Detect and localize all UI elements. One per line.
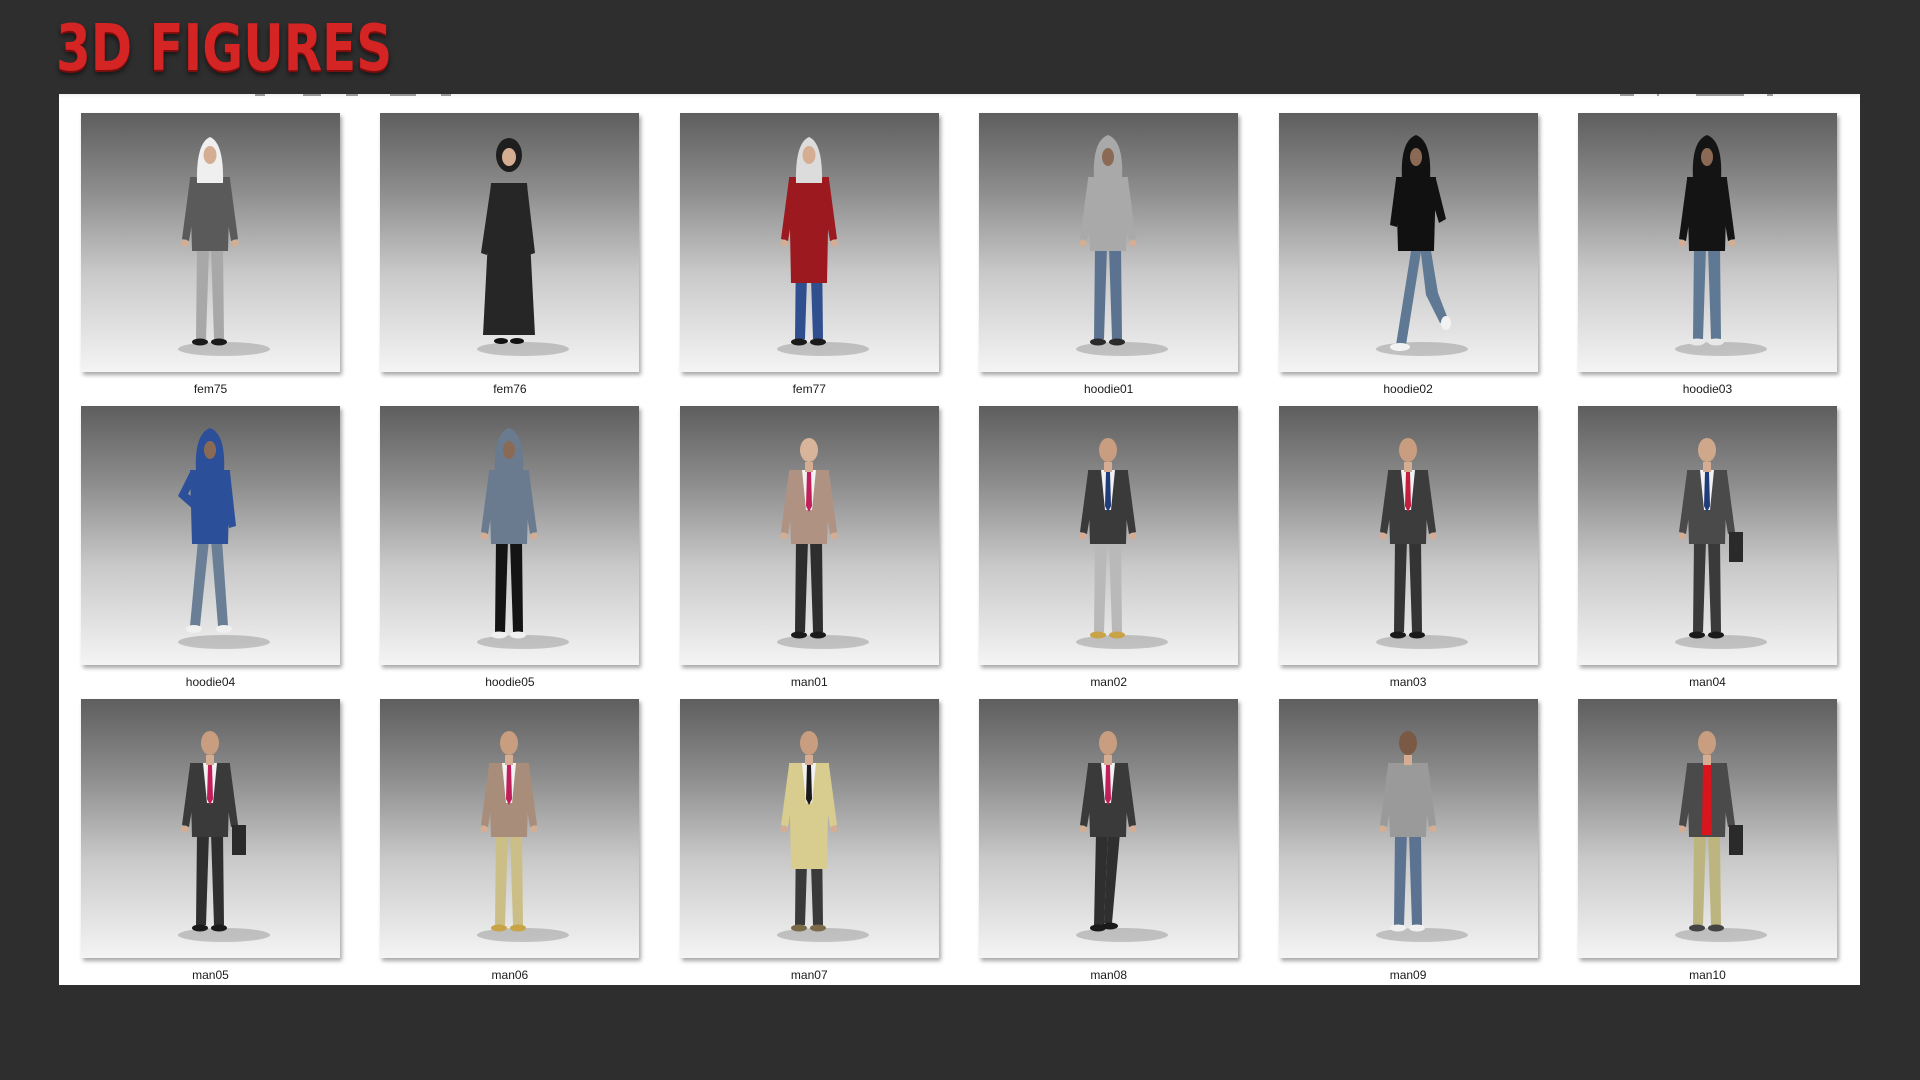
figure-render-image xyxy=(178,428,270,649)
file-thumbnail[interactable] xyxy=(679,699,939,958)
file-thumbnail[interactable] xyxy=(679,113,939,372)
figure-render-image xyxy=(1674,731,1767,942)
file-name-label: fem76 xyxy=(493,382,527,396)
figure-render-image xyxy=(1076,438,1169,649)
file-name-label: hoodie04 xyxy=(185,675,236,689)
figure-render-image xyxy=(776,731,869,942)
file-tile-fem76[interactable]: fem76 xyxy=(380,113,640,406)
file-name-label: man05 xyxy=(192,968,229,982)
figure-render-image xyxy=(1375,731,1468,942)
file-tile-hoodie04[interactable]: hoodie04 xyxy=(81,406,340,699)
banner-title: 3D FIGURES xyxy=(56,12,393,86)
file-thumbnail[interactable] xyxy=(380,406,640,665)
file-name-label: man02 xyxy=(1090,675,1128,689)
file-thumbnail[interactable] xyxy=(81,406,340,665)
file-thumbnail[interactable] xyxy=(1577,113,1837,372)
file-tile-hoodie02[interactable]: hoodie02 xyxy=(1278,113,1538,406)
figure-render-image xyxy=(776,438,869,649)
file-name-label: man04 xyxy=(1689,675,1726,689)
cropped-toolbar-strip xyxy=(59,94,1860,98)
file-thumbnail[interactable] xyxy=(979,113,1239,372)
file-name-label: man07 xyxy=(790,968,828,982)
figure-render-image xyxy=(178,731,270,942)
file-tile-man05[interactable]: man05 xyxy=(81,699,340,985)
file-tile-man06[interactable]: man06 xyxy=(380,699,640,985)
file-name-label: hoodie02 xyxy=(1383,382,1433,396)
file-thumbnail[interactable] xyxy=(380,113,640,372)
figure-render-image xyxy=(1076,135,1169,356)
file-name-label: hoodie05 xyxy=(485,675,535,689)
file-name-label: hoodie03 xyxy=(1682,382,1733,396)
file-tile-hoodie05[interactable]: hoodie05 xyxy=(380,406,640,699)
file-tile-fem77[interactable]: fem77 xyxy=(679,113,939,406)
file-thumbnail[interactable] xyxy=(1577,699,1837,958)
file-thumbnail[interactable] xyxy=(81,113,340,372)
file-name-label: man09 xyxy=(1389,968,1427,982)
file-tile-man02[interactable]: man02 xyxy=(979,406,1239,699)
file-tile-man09[interactable]: man09 xyxy=(1278,699,1538,985)
figure-render-image xyxy=(1375,438,1468,649)
file-name-label: man06 xyxy=(491,968,529,982)
figure-render-image xyxy=(1674,438,1767,649)
file-thumbnail[interactable] xyxy=(1278,699,1538,958)
file-tile-hoodie03[interactable]: hoodie03 xyxy=(1577,113,1837,406)
file-tile-man03[interactable]: man03 xyxy=(1278,406,1538,699)
figure-render-image xyxy=(477,138,570,356)
file-explorer-view[interactable]: fem75 fem76 fem77 hoodie01 hoodie02 hood… xyxy=(59,94,1860,985)
file-name-label: man08 xyxy=(1090,968,1128,982)
file-tile-fem75[interactable]: fem75 xyxy=(81,113,340,406)
file-name-label: fem75 xyxy=(193,382,228,396)
figure-render-image xyxy=(477,731,570,942)
file-name-label: man10 xyxy=(1689,968,1726,982)
file-thumbnail[interactable] xyxy=(1278,113,1538,372)
figure-render-image xyxy=(1076,731,1169,942)
file-thumbnail[interactable] xyxy=(380,699,640,958)
file-thumbnail[interactable] xyxy=(1278,406,1538,665)
file-tile-man08[interactable]: man08 xyxy=(979,699,1239,985)
thumbnail-grid: fem75 fem76 fem77 hoodie01 hoodie02 hood… xyxy=(81,113,1837,985)
file-thumbnail[interactable] xyxy=(679,406,939,665)
figure-render-image xyxy=(477,428,570,649)
file-name-label: man01 xyxy=(790,675,828,689)
file-tile-man10[interactable]: man10 xyxy=(1577,699,1837,985)
file-name-label: fem77 xyxy=(792,382,826,396)
file-thumbnail[interactable] xyxy=(1577,406,1837,665)
figure-render-image xyxy=(1674,135,1767,356)
file-tile-man07[interactable]: man07 xyxy=(679,699,939,985)
figure-render-image xyxy=(1375,135,1468,356)
page: 3D FIGURES fem75 fem76 fem77 hoodie01 ho… xyxy=(0,0,1920,1080)
figure-render-image xyxy=(178,137,270,356)
file-tile-man04[interactable]: man04 xyxy=(1577,406,1837,699)
file-tile-man01[interactable]: man01 xyxy=(679,406,939,699)
file-thumbnail[interactable] xyxy=(979,406,1239,665)
file-thumbnail[interactable] xyxy=(979,699,1239,958)
file-tile-hoodie01[interactable]: hoodie01 xyxy=(979,113,1239,406)
figure-render-image xyxy=(776,137,869,356)
file-name-label: hoodie01 xyxy=(1083,382,1134,396)
file-thumbnail[interactable] xyxy=(81,699,340,958)
file-name-label: man03 xyxy=(1389,675,1427,689)
